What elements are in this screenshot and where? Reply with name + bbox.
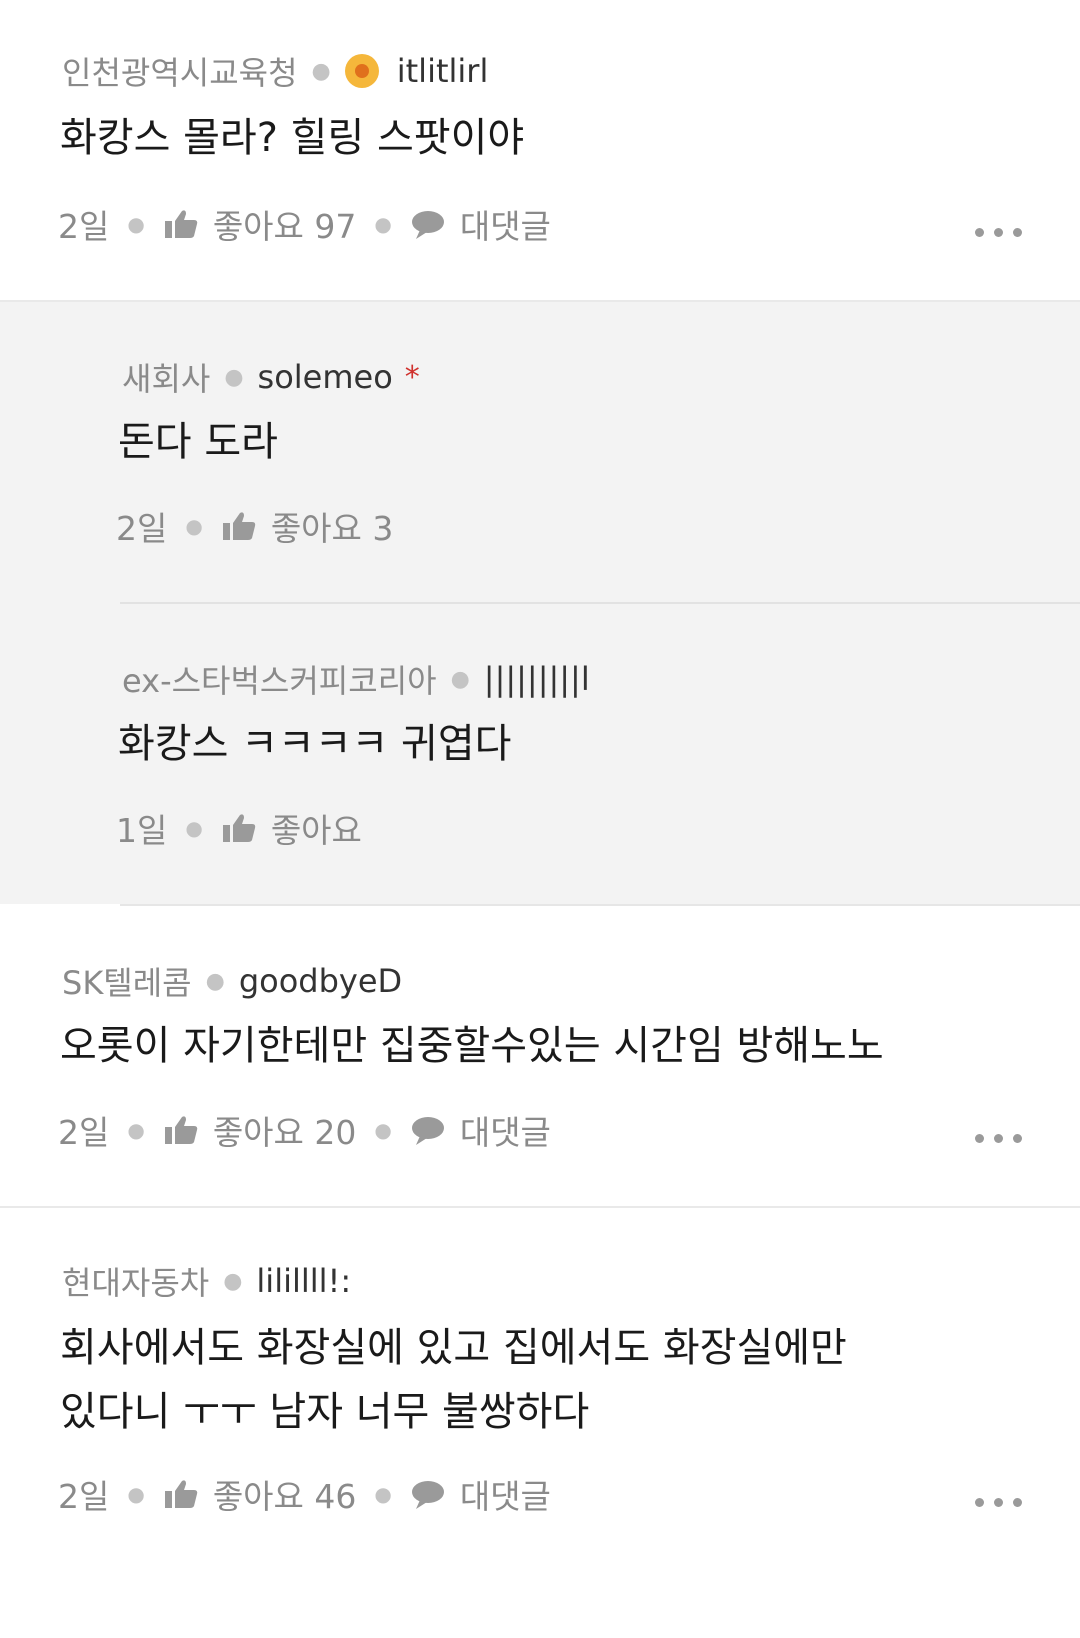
- comment-time: 2일: [116, 509, 168, 548]
- thumbs-up-icon: [222, 512, 256, 540]
- comment-item: 인천광역시교육청 ● itlitlirl 화캉스 몰라? 힐링 스팟이야 2일 …: [0, 0, 1080, 300]
- separator-dot: ●: [127, 1482, 145, 1506]
- comment-text-line: 회사에서도 화장실에 있고 집에서도 화장실에만: [60, 1325, 847, 1371]
- comment-actions: 2일 ● 좋아요 3: [116, 502, 393, 550]
- username[interactable]: itlitlirl: [397, 52, 489, 90]
- separator-dot: ●: [223, 1268, 243, 1294]
- comment-time: 2일: [58, 1113, 110, 1152]
- more-dots-icon[interactable]: [975, 1134, 1022, 1143]
- more-dots-icon[interactable]: [975, 1498, 1022, 1507]
- thumbs-up-icon: [164, 210, 198, 238]
- like-button[interactable]: 좋아요 97: [163, 200, 357, 248]
- like-button[interactable]: 좋아요 46: [163, 1470, 357, 1518]
- reply-label: 대댓글: [459, 207, 551, 246]
- reply-button[interactable]: 대댓글: [410, 1470, 551, 1518]
- like-count: 좋아요 20: [212, 1113, 357, 1152]
- like-count: 좋아요 97: [212, 207, 357, 246]
- separator-dot: ●: [374, 1482, 392, 1506]
- company-name[interactable]: 새회사: [122, 354, 210, 400]
- comment-text: 화캉스 ㅋㅋㅋㅋ 귀엽다: [118, 721, 512, 767]
- username[interactable]: lilillll!:: [256, 1262, 351, 1300]
- reply-label: 대댓글: [459, 1113, 551, 1152]
- comment-text-line: 있다니 ㅜㅜ 남자 너무 불쌍하다: [60, 1389, 590, 1435]
- speech-bubble-icon: [411, 1117, 444, 1145]
- reply-button[interactable]: 대댓글: [410, 200, 551, 248]
- username[interactable]: goodbyeD: [239, 962, 402, 1000]
- reply-label: 대댓글: [459, 1477, 551, 1516]
- separator-dot: ●: [127, 212, 145, 236]
- comment-meta: 인천광역시교육청 ● itlitlirl: [62, 48, 488, 94]
- comment-actions: 2일 ● 좋아요 97 ● 대댓글: [58, 200, 551, 248]
- comment-text: 돈다 도라: [118, 419, 278, 465]
- username[interactable]: |||||||||l: [484, 660, 590, 698]
- separator-dot: ●: [450, 666, 470, 692]
- company-name[interactable]: SK텔레콤: [62, 958, 192, 1004]
- comment-item: SK텔레콤 ● goodbyeD 오롯이 자기한테만 집중할수있는 시간임 방해…: [0, 906, 1080, 1206]
- speech-bubble-icon: [411, 1481, 444, 1509]
- thumbs-up-icon: [222, 814, 256, 842]
- comment-actions: 2일 ● 좋아요 46 ● 대댓글: [58, 1470, 551, 1518]
- comment-text: 회사에서도 화장실에 있고 집에서도 화장실에만 있다니 ㅜㅜ 남자 너무 불쌍…: [60, 1316, 847, 1444]
- separator-dot: ●: [185, 514, 203, 538]
- comment-time: 2일: [58, 207, 110, 246]
- like-count: 좋아요 46: [212, 1477, 357, 1516]
- comment-text: 화캉스 몰라? 힐링 스팟이야: [60, 115, 525, 161]
- speech-bubble-icon: [411, 211, 444, 239]
- username[interactable]: solemeo: [258, 358, 393, 396]
- company-name[interactable]: 인천광역시교육청: [62, 48, 298, 94]
- company-name[interactable]: 현대자동차: [62, 1258, 209, 1304]
- comment-text: 오롯이 자기한테만 집중할수있는 시간임 방해노노: [60, 1023, 884, 1069]
- reply-item: ex-스타벅스커피코리아 ● |||||||||l 화캉스 ㅋㅋㅋㅋ 귀엽다 1…: [0, 604, 1080, 904]
- separator-dot: ●: [374, 1118, 392, 1142]
- separator-dot: ●: [374, 212, 392, 236]
- comment-actions: 2일 ● 좋아요 20 ● 대댓글: [58, 1106, 551, 1154]
- like-button[interactable]: 좋아요: [221, 804, 362, 852]
- more-dots-icon[interactable]: [975, 228, 1022, 237]
- like-button[interactable]: 좋아요 3: [221, 502, 394, 550]
- comment-item: 현대자동차 ● lilillll!: 회사에서도 화장실에 있고 집에서도 화장…: [0, 1208, 1080, 1638]
- separator-dot: ●: [224, 364, 244, 390]
- separator-dot: ●: [185, 816, 203, 840]
- comment-meta: SK텔레콤 ● goodbyeD: [62, 958, 402, 1004]
- comment-time: 1일: [116, 811, 168, 850]
- like-count: 좋아요 3: [270, 509, 394, 548]
- company-name[interactable]: ex-스타벅스커피코리아: [122, 656, 437, 702]
- like-count: 좋아요: [270, 811, 362, 850]
- comment-time: 2일: [58, 1477, 110, 1516]
- separator-dot: ●: [127, 1118, 145, 1142]
- separator-dot: ●: [205, 968, 225, 994]
- gold-badge-icon: [344, 54, 379, 88]
- like-button[interactable]: 좋아요 20: [163, 1106, 357, 1154]
- reply-item: 새회사 ● solemeo * 돈다 도라 2일 ● 좋아요 3: [0, 302, 1080, 602]
- comment-actions: 1일 ● 좋아요: [116, 804, 362, 852]
- thumbs-up-icon: [164, 1480, 198, 1508]
- comment-meta: 새회사 ● solemeo *: [122, 354, 420, 400]
- red-asterisk-icon: *: [404, 359, 420, 395]
- comment-meta: 현대자동차 ● lilillll!:: [62, 1258, 351, 1304]
- separator-dot: ●: [311, 58, 331, 84]
- reply-button[interactable]: 대댓글: [410, 1106, 551, 1154]
- thumbs-up-icon: [164, 1116, 198, 1144]
- comment-meta: ex-스타벅스커피코리아 ● |||||||||l: [122, 656, 590, 702]
